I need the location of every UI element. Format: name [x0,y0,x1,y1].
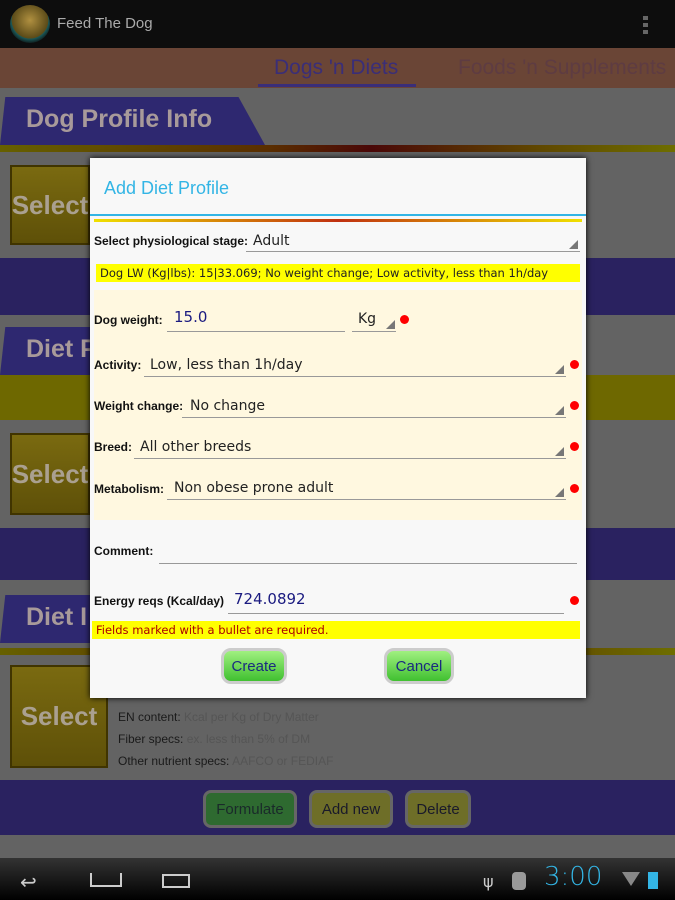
other-label: Other nutrient specs: [118,754,230,768]
select-diet-button[interactable]: Select [10,433,90,515]
dropdown-arrow-icon [555,488,564,497]
weight-change-value: No change [190,398,266,414]
weight-input[interactable]: 15.0 [167,308,345,332]
overflow-menu-icon[interactable] [643,16,648,34]
comment-input[interactable] [159,540,577,564]
metabolism-value: Non obese prone adult [174,480,334,496]
android-debug-icon [512,872,526,890]
required-bullet-icon [570,596,579,605]
recent-apps-icon[interactable] [162,874,190,888]
battery-icon [648,872,658,889]
fiber-label: Fiber specs: [118,732,184,746]
weight-change-dropdown[interactable]: No change [182,395,566,418]
add-new-button[interactable]: Add new [309,790,393,828]
breed-dropdown[interactable]: All other breeds [134,436,566,459]
create-button[interactable]: Create [221,648,287,684]
stage-dropdown[interactable]: Adult [246,230,580,252]
formulate-button[interactable]: Formulate [203,790,297,828]
dialog-title: Add Diet Profile [104,178,230,198]
dog-profile-header: Dog Profile Info [0,97,265,145]
activity-value: Low, less than 1h/day [150,357,303,373]
metabolism-label: Metabolism: [94,482,165,496]
add-diet-profile-dialog: Add Diet Profile Select physiological st… [90,158,586,698]
required-bullet-icon [570,360,579,369]
app-title: Feed The Dog [57,15,153,32]
required-bullet-icon [570,484,579,493]
unit-value: Kg [358,311,377,327]
select-dog-button[interactable]: Select [10,165,90,245]
breed-value: All other breeds [140,439,252,455]
dropdown-arrow-icon [386,320,395,329]
dropdown-arrow-icon [555,406,564,415]
other-specs-row: Other nutrient specs: AAFCO or FEDIAF [118,754,333,768]
fiber-row: Fiber specs: ex. less than 5% of DM [118,732,310,746]
en-value: Kcal per Kg of Dry Matter [184,710,319,724]
app-logo[interactable] [10,5,50,43]
other-value: AAFCO or FEDIAF [232,754,334,768]
back-icon[interactable]: ↩ [20,870,37,894]
energy-input[interactable]: 724.0892 [228,590,564,614]
usb-icon: ψ [483,872,494,891]
fiber-value: ex. less than 5% of DM [186,732,311,746]
unit-dropdown[interactable]: Kg [352,308,396,332]
weight-label: Dog weight: [94,313,163,327]
home-icon[interactable] [90,873,122,887]
cancel-button[interactable]: Cancel [384,648,454,684]
wifi-icon [622,872,640,886]
dropdown-arrow-icon [555,447,564,456]
required-bullet-icon [400,315,409,324]
required-bullet-icon [570,401,579,410]
breed-label: Breed: [94,440,133,454]
weight-change-label: Weight change: [94,399,184,413]
divider [0,145,675,152]
tab-foods-supplements[interactable]: Foods 'n Supplements [458,56,666,80]
tab-indicator [258,84,416,87]
required-note: Fields marked with a bullet are required… [92,621,580,639]
required-bullet-icon [570,442,579,451]
activity-label: Activity: [94,358,142,372]
en-content-row: EN content: Kcal per Kg of Dry Matter [118,710,319,724]
divider [94,219,582,222]
comment-label: Comment: [94,544,154,558]
title-divider [90,214,586,216]
stage-value: Adult [253,233,290,249]
summary-banner: Dog LW (Kg|lbs): 15|33.069; No weight ch… [96,264,580,282]
clock: 3:00 [544,862,603,892]
dropdown-arrow-icon [569,240,578,249]
stage-label: Select physiological stage: [94,234,249,248]
metabolism-dropdown[interactable]: Non obese prone adult [167,477,566,500]
tab-dogs-diets[interactable]: Dogs 'n Diets [274,56,398,80]
dropdown-arrow-icon [555,365,564,374]
delete-button[interactable]: Delete [405,790,471,828]
en-label: EN content: [118,710,181,724]
activity-dropdown[interactable]: Low, less than 1h/day [144,354,566,377]
energy-label: Energy reqs (Kcal/day) [94,594,225,608]
